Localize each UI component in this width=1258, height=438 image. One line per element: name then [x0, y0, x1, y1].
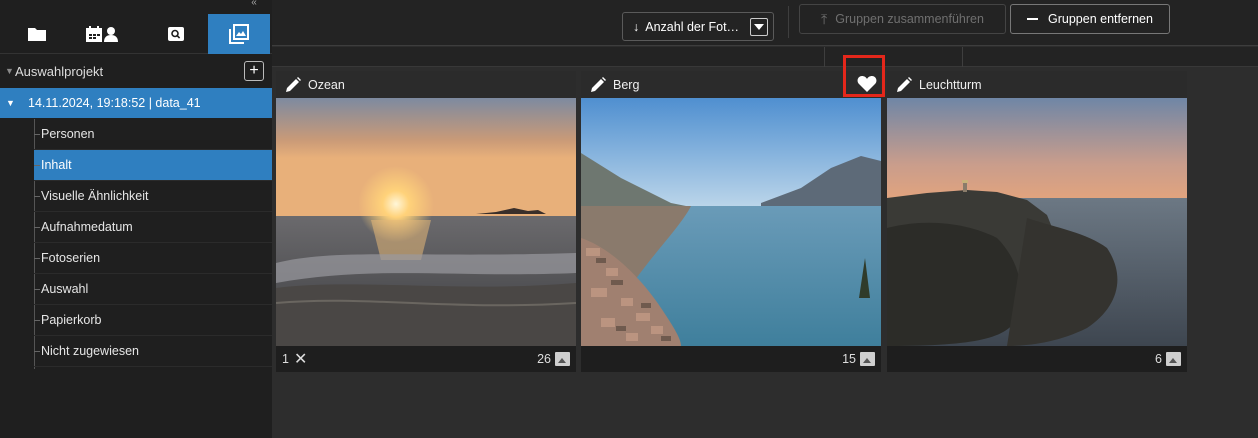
tab-events-people[interactable] — [72, 14, 134, 54]
photo-count: 26 — [537, 352, 570, 366]
card-header: Leuchtturm — [887, 71, 1187, 98]
pencil-icon[interactable] — [284, 76, 302, 94]
sidebar-item-fotoserien[interactable]: Fotoserien — [34, 243, 272, 274]
card-footer: 15 — [581, 346, 881, 372]
chevron-down-icon[interactable] — [750, 18, 768, 36]
tab-search[interactable] — [145, 14, 207, 54]
toolbar-divider — [788, 6, 789, 38]
session-label: 14.11.2024, 19:18:52 | data_41 — [28, 96, 201, 110]
tab-folders[interactable] — [6, 14, 68, 54]
card-title[interactable]: Ozean — [308, 78, 345, 92]
card-thumbnail[interactable] — [887, 98, 1187, 346]
project-label: Auswahlprojekt — [15, 63, 104, 79]
remove-label: Gruppen entfernen — [1048, 12, 1153, 26]
column-bar — [272, 47, 1258, 67]
card-thumbnail[interactable] — [581, 98, 881, 346]
sidebar-item-aufnahmedatum[interactable]: Aufnahmedatum — [34, 212, 272, 243]
sidebar-item-visuelle-aehnlichkeit[interactable]: Visuelle Ähnlichkeit — [34, 181, 272, 212]
merge-icon: ⤒ — [821, 10, 828, 27]
selected-count: 1 — [282, 352, 289, 366]
card-header: Berg — [581, 71, 881, 98]
collapse-sidebar-icon[interactable]: « — [244, 0, 264, 8]
calendar-person-icon — [86, 26, 118, 42]
merge-label: Gruppen zusammenführen — [835, 12, 984, 26]
photo-count: 6 — [1155, 352, 1181, 366]
toolbar: ↓ Anzahl der Fot… ⤒ Gruppen zusammenführ… — [272, 0, 1258, 46]
merge-groups-button[interactable]: ⤒ Gruppen zusammenführen — [799, 4, 1006, 34]
favorite-highlight-box — [843, 55, 885, 97]
caret-down-icon: ▼ — [6, 98, 15, 108]
card-status: 1 ✕ — [282, 349, 307, 369]
card-footer: 6 — [887, 346, 1187, 372]
photo-icon — [860, 352, 875, 366]
card-title[interactable]: Berg — [613, 78, 639, 92]
sidebar-item-nicht-zugewiesen[interactable]: Nicht zugewiesen — [34, 336, 272, 367]
session-row[interactable]: ▼ 14.11.2024, 19:18:52 | data_41 — [0, 88, 272, 118]
photo-count-value: 6 — [1155, 352, 1162, 366]
pencil-icon[interactable] — [895, 76, 913, 94]
close-icon[interactable]: ✕ — [294, 349, 307, 369]
card-thumbnail[interactable] — [276, 98, 576, 346]
sort-select[interactable]: ↓ Anzahl der Fot… — [622, 12, 774, 41]
folder-icon — [28, 28, 46, 41]
project-row[interactable]: ▼ Auswahlprojekt + — [0, 56, 272, 86]
sort-direction-icon[interactable]: ↓ — [633, 20, 639, 34]
photo-count: 15 — [842, 352, 875, 366]
sidebar-item-personen[interactable]: Personen — [34, 119, 272, 150]
photo-count-value: 26 — [537, 352, 551, 366]
sort-label: Anzahl der Fot… — [645, 19, 740, 34]
group-card-leuchtturm[interactable]: Leuchtturm 6 — [887, 71, 1187, 372]
photo-icon — [1166, 352, 1181, 366]
photo-icon — [555, 352, 570, 366]
sidebar-item-auswahl[interactable]: Auswahl — [34, 274, 272, 305]
caret-down-icon: ▼ — [5, 66, 14, 76]
add-project-button[interactable]: + — [244, 61, 264, 81]
sidebar-item-papierkorb[interactable]: Papierkorb — [34, 305, 272, 336]
column-divider — [824, 47, 825, 67]
sidebar-tree: Personen Inhalt Visuelle Ähnlichkeit Auf… — [34, 119, 272, 367]
sidebar-tabs: « — [0, 0, 272, 54]
sidebar: « ▼ Auswahlprojekt + ▼ 14.11.2024, 19:18… — [0, 0, 272, 438]
minus-icon — [1027, 18, 1039, 20]
pencil-icon[interactable] — [589, 76, 607, 94]
photo-count-value: 15 — [842, 352, 856, 366]
photos-icon — [229, 24, 249, 44]
card-footer: 1 ✕ 26 — [276, 346, 576, 372]
sidebar-item-inhalt[interactable]: Inhalt — [34, 150, 272, 181]
group-card-ozean[interactable]: Ozean 1 ✕ 26 — [276, 71, 576, 372]
card-title[interactable]: Leuchtturm — [919, 78, 982, 92]
column-divider — [962, 47, 963, 67]
group-card-berg[interactable]: Berg 15 — [581, 71, 881, 372]
search-box-icon — [168, 27, 184, 41]
card-header: Ozean — [276, 71, 576, 98]
remove-groups-button[interactable]: Gruppen entfernen — [1010, 4, 1170, 34]
tab-photos[interactable] — [208, 14, 270, 54]
